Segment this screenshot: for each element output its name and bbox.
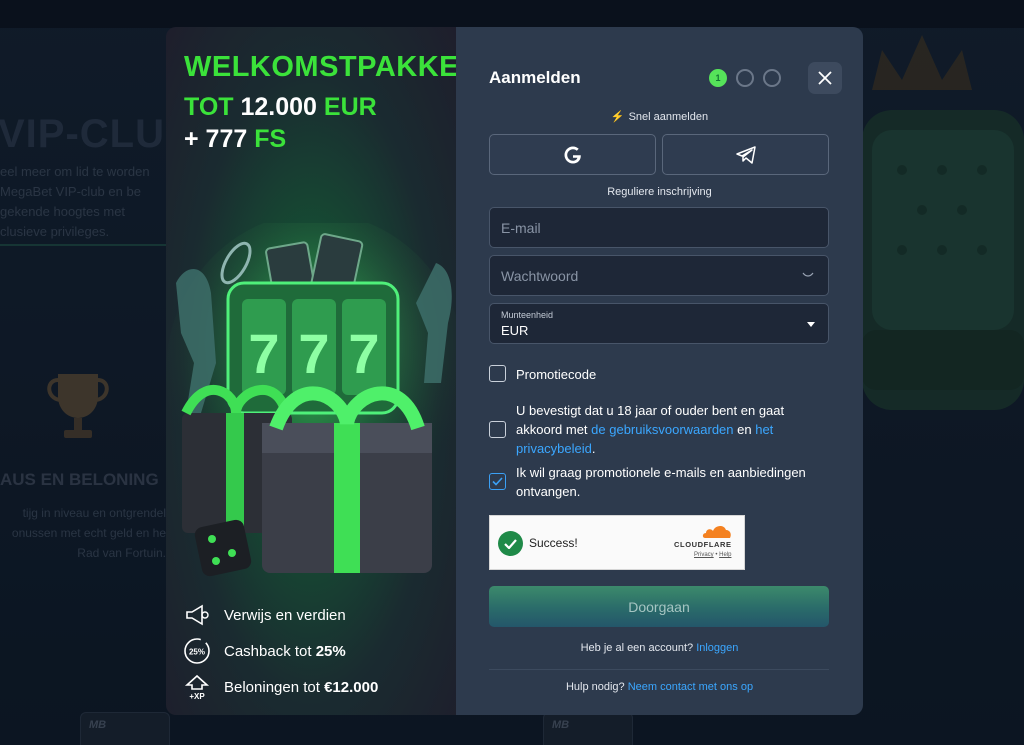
perk-cashback: 25% Cashback tot 25%: [182, 633, 378, 669]
login-link[interactable]: Inloggen: [696, 642, 738, 654]
captcha-privacy-link[interactable]: Privacy: [694, 552, 714, 558]
xp-rewards-icon: +XP: [182, 673, 212, 701]
cloudflare-logo-icon: [702, 525, 731, 538]
caret-down-icon: [807, 322, 815, 327]
currency-label: Munteenheid: [501, 310, 554, 320]
promo-code-label: Promotiecode: [516, 367, 597, 382]
terms-link[interactable]: de gebruiksvoorwaarden: [591, 422, 733, 437]
promo-panel: WELKOMSTPAKKET TOT 12.000 EUR + 777 FS 7…: [166, 27, 456, 715]
slot-machine-gifts-image: 7 7 7: [166, 223, 456, 577]
step-2: [736, 69, 754, 87]
age-terms-row: U bevestigt dat u 18 jaar of ouder bent …: [489, 401, 821, 458]
perks-list: Verwijs en verdien 25% Cashback tot 25% …: [182, 597, 378, 705]
marketing-row: Ik wil graag promotionele e-mails en aan…: [489, 463, 821, 501]
perk-referral: Verwijs en verdien: [182, 597, 378, 633]
promo-code-row[interactable]: Promotiecode: [489, 365, 821, 384]
step-indicator: 1: [709, 69, 781, 87]
promo-amount: TOT 12.000 EUR: [184, 93, 377, 121]
email-field[interactable]: [489, 207, 829, 248]
close-button[interactable]: [808, 62, 842, 94]
contact-link[interactable]: Neem contact met ons op: [628, 681, 753, 693]
regular-signup-label: Reguliere inschrijving: [607, 186, 712, 198]
cloudflare-captcha[interactable]: Success! CLOUDFLARE Privacy • Help: [489, 515, 745, 570]
cloudflare-brand: CLOUDFLARE: [674, 540, 732, 549]
email-input[interactable]: [490, 208, 828, 247]
cashback-percent-icon: 25%: [182, 637, 212, 665]
eye-closed-icon[interactable]: [802, 272, 814, 278]
password-field[interactable]: [489, 255, 829, 296]
telegram-signup-button[interactable]: [662, 134, 829, 175]
promo-title: WELKOMSTPAKKET: [184, 51, 456, 83]
age-terms-checkbox[interactable]: [489, 421, 506, 438]
signup-form: Aanmelden 1 ⚡ Snel aanmelden Reguliere in…: [456, 27, 863, 715]
success-check-icon: [498, 531, 523, 556]
svg-text:7: 7: [248, 322, 279, 385]
help-row: Hulp nodig? Neem contact met ons op: [565, 681, 754, 693]
google-signup-button[interactable]: [489, 134, 656, 175]
divider: [489, 669, 829, 670]
captcha-status: Success!: [529, 536, 578, 550]
currency-value: EUR: [501, 323, 529, 338]
close-icon: [818, 71, 832, 85]
marketing-checkbox[interactable]: [489, 473, 506, 490]
captcha-links: Privacy • Help: [694, 552, 732, 558]
currency-select[interactable]: Munteenheid EUR: [489, 303, 829, 344]
svg-text:7: 7: [298, 322, 329, 385]
checkmark-icon: [492, 477, 503, 486]
have-account-row: Heb je al een account? Inloggen: [580, 642, 739, 654]
svg-text:7: 7: [348, 322, 379, 385]
telegram-icon: [735, 145, 756, 164]
promo-freespins: + 777 FS: [184, 125, 287, 153]
age-terms-text: U bevestigt dat u 18 jaar of ouder bent …: [516, 403, 785, 456]
google-icon: [564, 146, 581, 163]
svg-text:+XP: +XP: [189, 692, 205, 701]
svg-text:25%: 25%: [189, 648, 205, 657]
megaphone-icon: [182, 601, 212, 629]
promo-code-checkbox[interactable]: [489, 365, 506, 382]
continue-button[interactable]: Doorgaan: [489, 586, 829, 627]
step-1: 1: [709, 69, 727, 87]
perk-rewards: +XP Beloningen tot €12.000: [182, 669, 378, 705]
marketing-text: Ik wil graag promotionele e-mails en aan…: [516, 465, 806, 499]
step-3: [763, 69, 781, 87]
signup-modal: WELKOMSTPAKKET TOT 12.000 EUR + 777 FS 7…: [166, 27, 863, 715]
lightning-icon: ⚡: [610, 111, 625, 123]
form-title: Aanmelden: [489, 68, 581, 87]
password-input[interactable]: [490, 256, 828, 295]
quick-signup-label: ⚡ Snel aanmelden: [610, 111, 709, 123]
captcha-help-link[interactable]: Help: [719, 552, 731, 558]
